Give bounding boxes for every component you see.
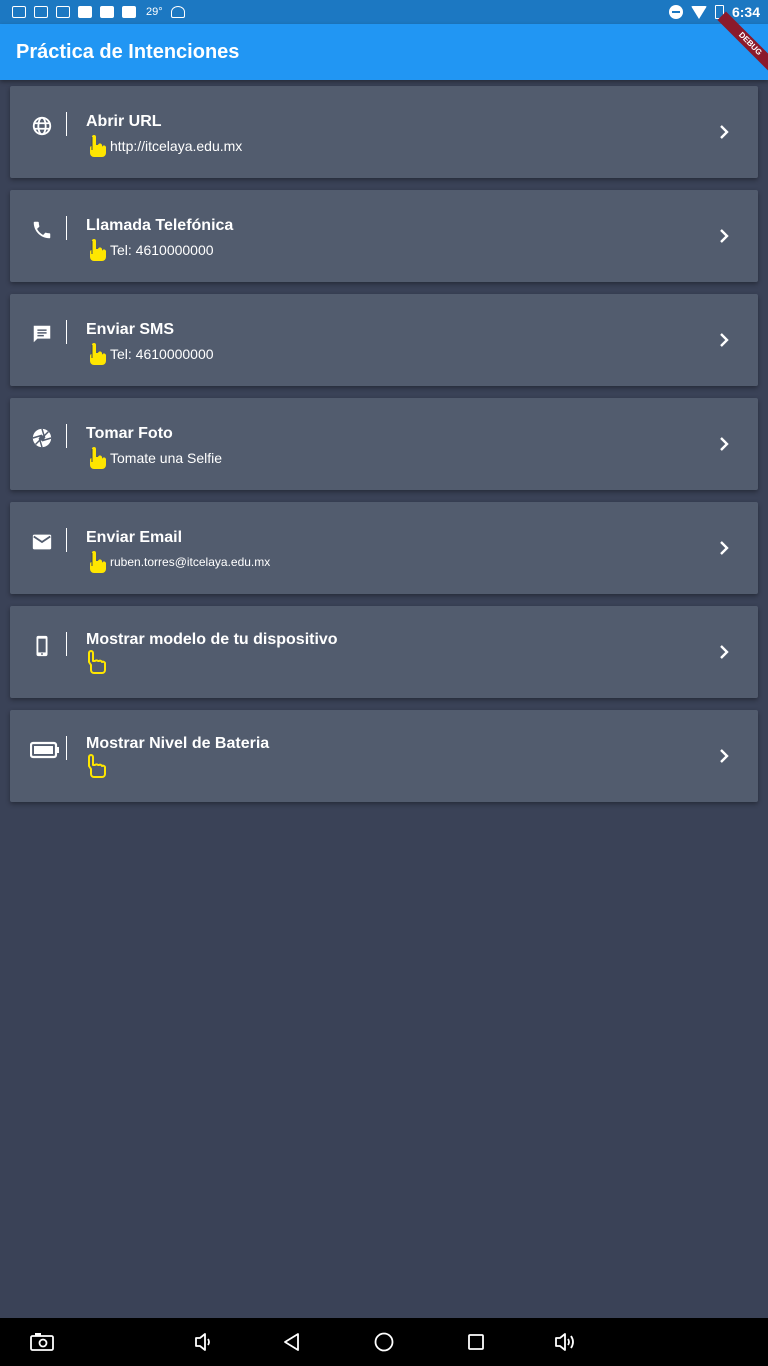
item-subtitle: Tel: 4610000000 — [110, 346, 214, 362]
camera-shutter-icon — [30, 426, 54, 450]
system-nav-bar — [0, 1318, 768, 1366]
clock-text: 6:34 — [731, 4, 760, 20]
list-item-send-email[interactable]: Enviar Email ruben.torres@itcelaya.edu.m… — [10, 502, 758, 594]
divider — [66, 632, 67, 656]
tap-icon — [90, 343, 107, 365]
intent-list: Abrir URL http://itcelaya.edu.mx Llamada… — [10, 86, 758, 814]
tap-icon — [90, 551, 107, 573]
message-icon — [30, 322, 54, 346]
phone-icon — [30, 218, 54, 242]
pointing-hand-icon — [88, 650, 106, 674]
item-subtitle-row: ruben.torres@itcelaya.edu.mx — [86, 550, 270, 574]
item-title: Enviar SMS — [86, 321, 175, 338]
sd-card-icon — [78, 6, 92, 18]
smartphone-icon — [30, 634, 54, 658]
pointing-hand-icon — [88, 754, 106, 778]
item-subtitle: ruben.torres@itcelaya.edu.mx — [110, 555, 271, 569]
calendar-icon — [12, 6, 26, 18]
divider — [66, 424, 67, 448]
divider — [66, 736, 67, 760]
chevron-right-icon — [720, 541, 729, 555]
item-subtitle-row — [86, 650, 110, 674]
back-icon[interactable] — [282, 1332, 302, 1352]
list-item-open-url[interactable]: Abrir URL http://itcelaya.edu.mx — [10, 86, 758, 178]
item-subtitle-row: http://itcelaya.edu.mx — [86, 134, 242, 158]
gmail-icon — [56, 6, 70, 18]
globe-icon — [30, 114, 54, 138]
item-title: Enviar Email — [86, 529, 183, 546]
list-item-battery-level[interactable]: Mostrar Nivel de Bateria — [10, 710, 758, 802]
tap-icon — [90, 447, 107, 469]
list-item-take-photo[interactable]: Tomar Foto Tomate una Selfie — [10, 398, 758, 490]
item-subtitle-row — [86, 754, 110, 778]
tap-icon — [90, 239, 107, 261]
list-item-phone-call[interactable]: Llamada Telefónica Tel: 4610000000 — [10, 190, 758, 282]
gb-icon — [100, 6, 114, 18]
divider — [66, 216, 67, 240]
screenshot-icon[interactable] — [30, 1332, 54, 1352]
item-title: Mostrar modelo de tu dispositivo — [86, 631, 338, 648]
status-bar: 29° 6:34 — [0, 0, 768, 24]
temperature-text: 29° — [146, 6, 163, 18]
chevron-right-icon — [720, 229, 729, 243]
divider — [66, 320, 67, 344]
recents-icon[interactable] — [466, 1332, 486, 1352]
page-title: Práctica de Intenciones — [16, 40, 240, 63]
battery-icon — [30, 738, 60, 762]
gmail-icon — [34, 6, 48, 18]
item-subtitle-row: Tomate una Selfie — [86, 446, 222, 470]
chevron-right-icon — [720, 437, 729, 451]
item-title: Tomar Foto — [86, 425, 173, 442]
app-bar: Práctica de Intenciones DEBUG — [0, 11, 768, 80]
list-item-send-sms[interactable]: Enviar SMS Tel: 4610000000 — [10, 294, 758, 386]
item-subtitle-row: Tel: 4610000000 — [86, 342, 214, 366]
dnd-icon — [668, 5, 683, 19]
email-icon — [30, 530, 54, 554]
chevron-right-icon — [720, 125, 729, 139]
tap-icon — [90, 135, 107, 157]
item-subtitle: Tel: 4610000000 — [110, 242, 214, 258]
volume-up-icon[interactable] — [554, 1332, 576, 1352]
chevron-right-icon — [720, 749, 729, 763]
item-title: Llamada Telefónica — [86, 217, 234, 234]
chevron-right-icon — [720, 645, 729, 659]
android-icon — [170, 6, 185, 18]
gb-icon — [122, 6, 136, 18]
item-subtitle: Tomate una Selfie — [110, 450, 223, 466]
divider — [66, 528, 67, 552]
item-subtitle: http://itcelaya.edu.mx — [110, 138, 243, 154]
divider — [66, 112, 67, 136]
item-subtitle-row: Tel: 4610000000 — [86, 238, 214, 262]
item-title: Mostrar Nivel de Bateria — [86, 735, 270, 752]
home-icon[interactable] — [374, 1332, 394, 1352]
item-title: Abrir URL — [86, 113, 162, 130]
list-item-device-model[interactable]: Mostrar modelo de tu dispositivo — [10, 606, 758, 698]
volume-down-icon[interactable] — [194, 1332, 214, 1352]
chevron-right-icon — [720, 333, 729, 347]
wifi-icon — [690, 5, 707, 19]
